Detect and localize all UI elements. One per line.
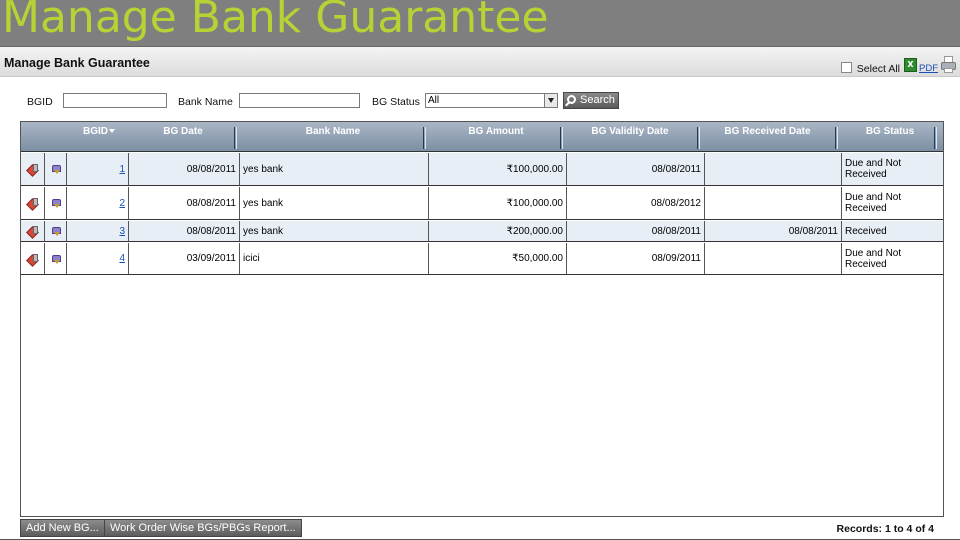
column-header-bank-name[interactable]: Bank Name xyxy=(237,122,429,152)
row-edit-cell xyxy=(21,243,45,274)
records-count: Records: 1 to 4 of 4 xyxy=(836,523,934,535)
edit-icon[interactable] xyxy=(28,164,38,174)
search-button[interactable]: Search xyxy=(563,92,619,109)
view-details-icon[interactable] xyxy=(51,226,61,236)
search-button-label: Search xyxy=(580,94,615,106)
row-edit-cell xyxy=(21,187,45,219)
bgid-link[interactable]: 2 xyxy=(119,198,125,209)
work-order-report-button[interactable]: Work Order Wise BGs/PBGs Report... xyxy=(104,519,302,537)
grid-header: BGID BG Date Bank Name BG Amount BG Vali… xyxy=(21,122,943,152)
row-edit-cell xyxy=(21,153,45,185)
row-view-cell xyxy=(45,221,67,241)
column-header-bg-received-date[interactable]: BG Received Date xyxy=(700,122,835,152)
row-view-cell xyxy=(45,243,67,274)
bgid-link[interactable]: 1 xyxy=(119,164,125,175)
bg-status-select[interactable]: All xyxy=(425,93,558,108)
row-view-cell xyxy=(45,153,67,185)
cell-bg-date: 03/09/2011 xyxy=(129,243,240,274)
cell-bank-name: yes bank xyxy=(240,221,429,241)
cell-bg-amount: ₹50,000.00 xyxy=(429,243,567,274)
cell-bg-date: 08/08/2011 xyxy=(129,153,240,185)
cell-bg-amount: ₹200,000.00 xyxy=(429,221,567,241)
edit-icon[interactable] xyxy=(28,198,38,208)
bank-name-label: Bank Name xyxy=(178,96,233,108)
cell-bg-status: Received xyxy=(845,225,887,237)
cell-bg-status: Due and Not Received xyxy=(845,247,902,270)
cell-bg-received-date xyxy=(705,187,842,219)
sort-desc-icon xyxy=(109,129,115,133)
slide-title: Manage Bank Guarantee xyxy=(2,0,549,43)
view-details-icon[interactable] xyxy=(51,254,61,264)
cell-bg-status: Due and Not Received xyxy=(845,192,902,214)
cell-bg-date: 08/08/2011 xyxy=(129,221,240,241)
cell-bg-validity-date: 08/08/2011 xyxy=(567,221,705,241)
table-row[interactable]: 4 03/09/2011 icici ₹50,000.00 08/09/2011… xyxy=(21,243,943,275)
cell-bg-status: Due and Not Received xyxy=(845,158,902,180)
panel-header: Manage Bank Guarantee Select All X PDF xyxy=(0,47,960,77)
cell-bank-name: icici xyxy=(240,243,429,274)
cell-bg-received-date xyxy=(705,153,842,185)
cell-bg-received-date: 08/08/2011 xyxy=(705,221,842,241)
cell-bg-received-date xyxy=(705,243,842,274)
column-header-bg-amount[interactable]: BG Amount xyxy=(426,122,566,152)
cell-bgid: 2 xyxy=(67,187,129,219)
search-icon xyxy=(567,95,576,104)
table-row[interactable]: 1 08/08/2011 yes bank ₹100,000.00 08/08/… xyxy=(21,153,943,186)
cell-bg-date: 08/08/2011 xyxy=(129,187,240,219)
column-header-bg-status[interactable]: BG Status xyxy=(838,122,942,152)
column-header-bgid[interactable]: BGID xyxy=(67,122,131,152)
column-resize-handle xyxy=(934,127,937,149)
cell-bank-name: yes bank xyxy=(240,187,429,219)
excel-export-icon[interactable]: X xyxy=(904,58,917,72)
bg-status-label: BG Status xyxy=(372,96,420,108)
edit-icon[interactable] xyxy=(28,253,38,264)
chevron-down-icon[interactable] xyxy=(544,94,557,107)
view-details-icon[interactable] xyxy=(51,198,61,208)
filter-row: BGID Bank Name BG Status All Search xyxy=(0,92,960,113)
cell-bank-name: yes bank xyxy=(240,153,429,185)
cell-bg-validity-date: 08/08/2011 xyxy=(567,153,705,185)
panel-title: Manage Bank Guarantee xyxy=(4,56,150,70)
add-new-bg-button[interactable]: Add New BG... xyxy=(20,519,105,537)
cell-bg-amount: ₹100,000.00 xyxy=(429,187,567,219)
select-all-checkbox[interactable] xyxy=(840,62,852,73)
cell-bg-amount: ₹100,000.00 xyxy=(429,153,567,185)
cell-bg-validity-date: 08/08/2012 xyxy=(567,187,705,219)
header-tools: Select All X PDF xyxy=(840,55,956,75)
pdf-export-link[interactable]: PDF xyxy=(919,63,938,74)
print-icon[interactable] xyxy=(940,56,956,74)
table-row[interactable]: 2 08/08/2011 yes bank ₹100,000.00 08/08/… xyxy=(21,187,943,220)
select-all-label: Select All xyxy=(856,63,900,75)
bank-guarantee-grid: BGID BG Date Bank Name BG Amount BG Vali… xyxy=(20,121,944,517)
column-header-bg-date[interactable]: BG Date xyxy=(131,122,235,152)
row-view-cell xyxy=(45,187,67,219)
cell-bgid: 1 xyxy=(67,153,129,185)
bank-name-input[interactable] xyxy=(239,93,360,108)
footer-bar: Add New BG... Work Order Wise BGs/PBGs R… xyxy=(0,519,960,540)
edit-icon[interactable] xyxy=(28,226,38,236)
bgid-link[interactable]: 3 xyxy=(119,226,125,237)
bg-status-selected: All xyxy=(428,95,440,106)
bgid-link[interactable]: 4 xyxy=(119,253,125,264)
bank-guarantee-panel: Manage Bank Guarantee Select All X PDF B… xyxy=(0,46,960,540)
cell-bgid: 3 xyxy=(67,221,129,241)
column-header-bg-validity-date[interactable]: BG Validity Date xyxy=(563,122,697,152)
bgid-label: BGID xyxy=(27,96,53,108)
cell-bgid: 4 xyxy=(67,243,129,274)
cell-bg-validity-date: 08/09/2011 xyxy=(567,243,705,274)
bgid-input[interactable] xyxy=(63,93,167,108)
table-row[interactable]: 3 08/08/2011 yes bank ₹200,000.00 08/08/… xyxy=(21,221,943,242)
view-details-icon[interactable] xyxy=(51,164,61,174)
row-edit-cell xyxy=(21,221,45,241)
